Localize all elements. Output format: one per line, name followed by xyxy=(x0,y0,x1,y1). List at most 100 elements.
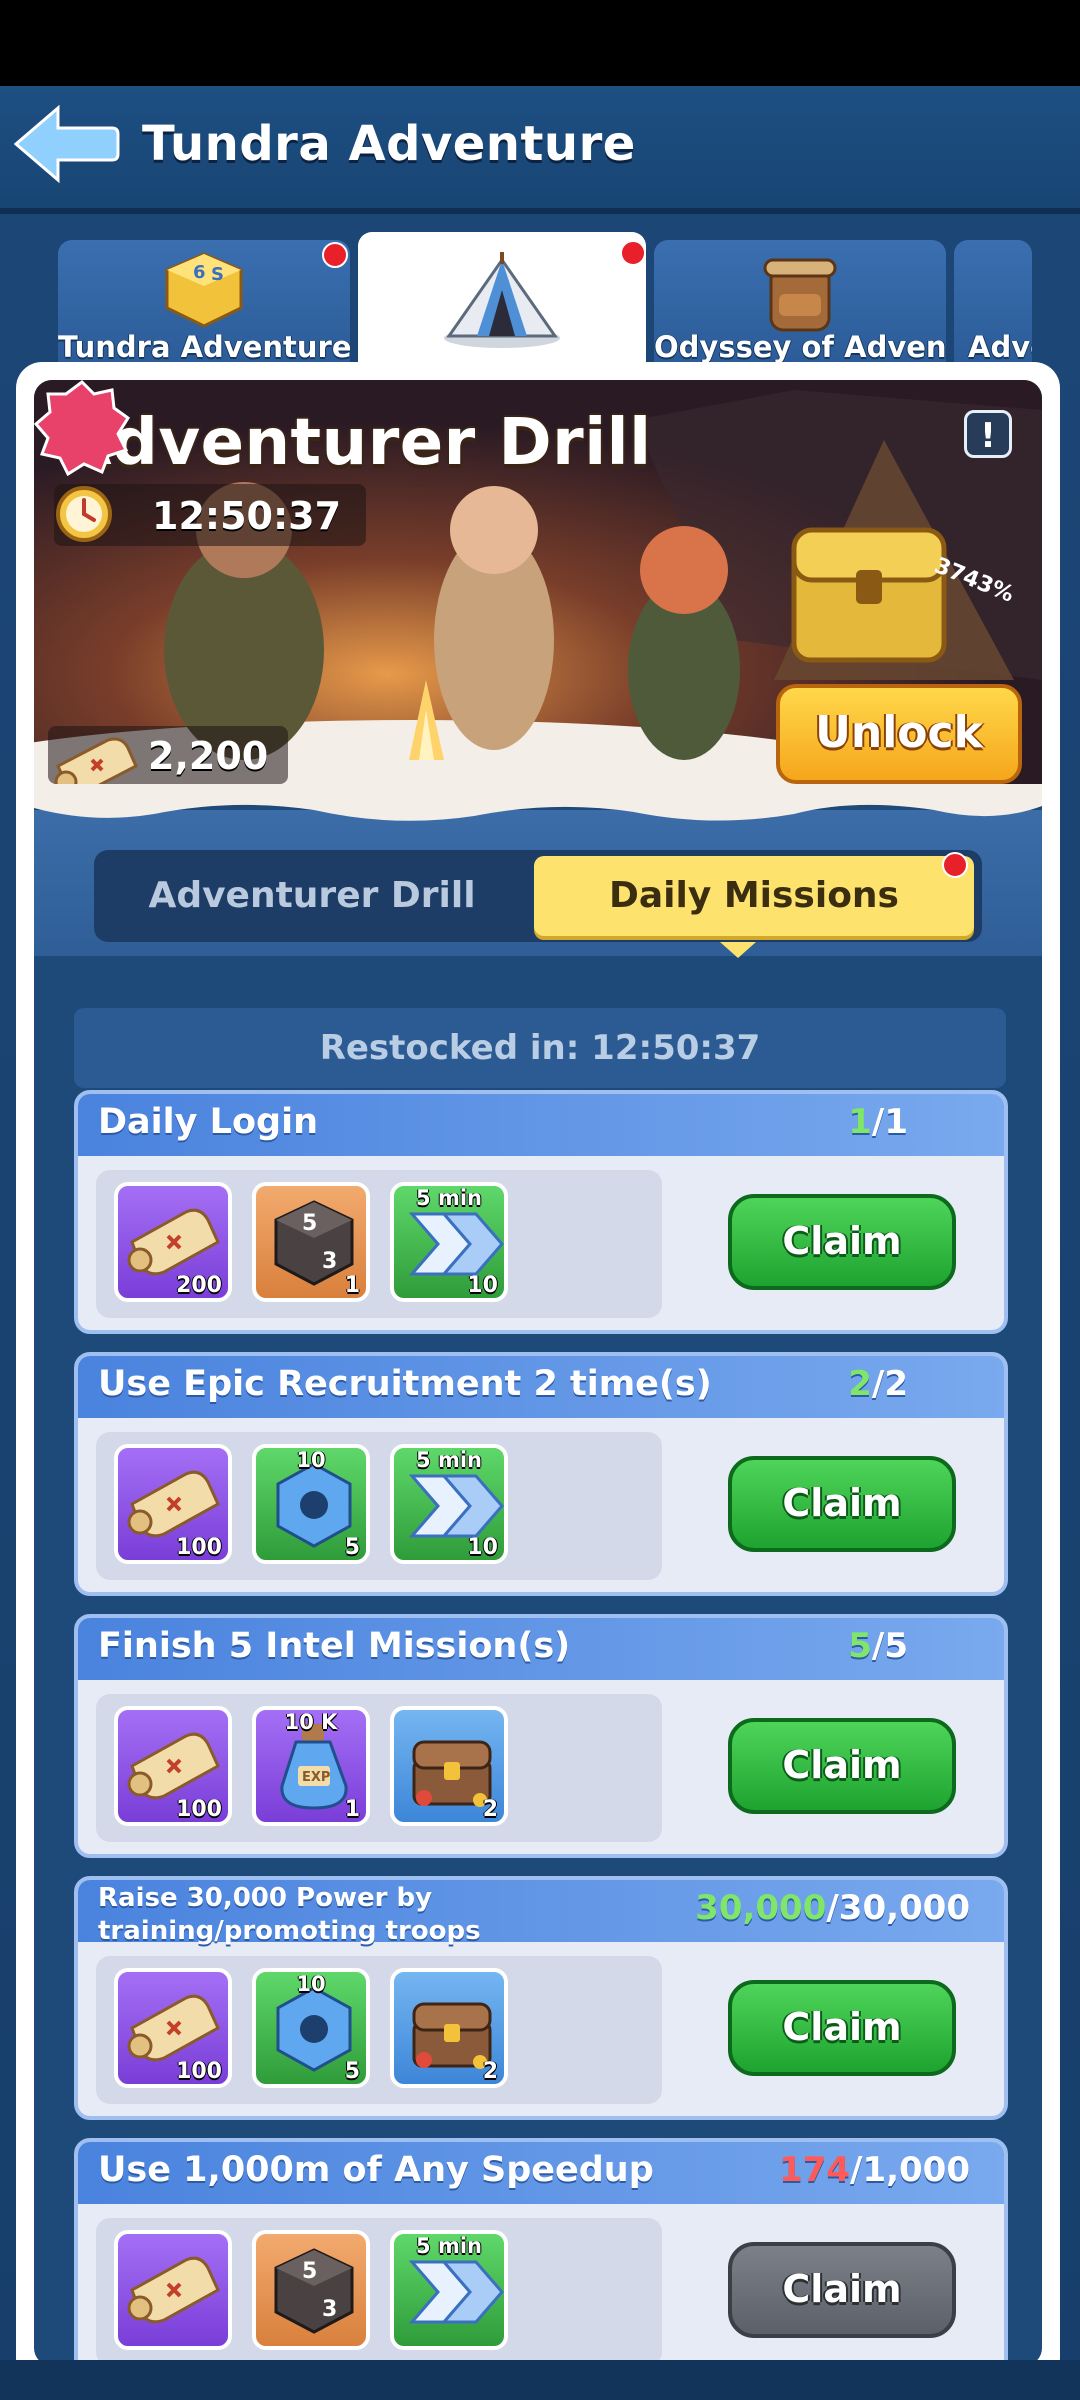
claim-button[interactable]: Claim xyxy=(728,1980,956,2076)
svg-text:5: 5 xyxy=(302,2259,317,2284)
notification-dot xyxy=(620,240,646,266)
reward-label: 10 xyxy=(296,1972,326,1996)
reward-count: 5 xyxy=(344,1535,360,1560)
reward-count: 5 xyxy=(344,2059,360,2084)
svg-text:EXP: EXP xyxy=(302,1770,330,1785)
reward-item[interactable]: EXP 10 K 1 xyxy=(252,1706,370,1826)
reward-count: 1 xyxy=(344,1797,360,1822)
back-arrow-icon xyxy=(13,104,120,184)
subtab-adventurer-drill[interactable]: Adventurer Drill xyxy=(102,856,522,936)
rewards-box: 200 5 3 1 5 min 10 xyxy=(96,1170,662,1318)
unlock-button[interactable]: Unlock xyxy=(776,684,1022,784)
reward-item[interactable]: 53 xyxy=(252,2230,370,2350)
progress-total: /5 xyxy=(871,1626,908,1666)
timer-value: 12:50:37 xyxy=(152,494,342,538)
reward-count: 2 xyxy=(482,1797,498,1822)
progress-total: /2 xyxy=(871,1364,908,1404)
progress-current: 1 xyxy=(848,1102,872,1142)
rewards-box: 100 EXP 10 K 1 2 xyxy=(96,1694,662,1842)
clock-icon xyxy=(56,486,112,542)
reward-count: 1 xyxy=(344,1273,360,1298)
reward-label: 10 K xyxy=(284,1710,338,1734)
progress-total: /1 xyxy=(871,1102,908,1142)
main-panel: Adventurer Drill 12:50:37 ! 2,200 3743% … xyxy=(16,362,1060,2384)
mission-header: Finish 5 Intel Mission(s) 5/5 xyxy=(78,1618,1004,1680)
reward-label: 5 min xyxy=(416,2234,482,2258)
mission-header: Daily Login 1/1 xyxy=(78,1094,1004,1156)
reward-item[interactable]: 531 xyxy=(252,1182,370,1302)
scroll-count: 2,200 xyxy=(148,734,269,778)
reward-label: 10 xyxy=(296,1448,326,1472)
rewards-box: 53 5 min xyxy=(96,2218,662,2366)
progress-current: 2 xyxy=(848,1364,872,1404)
panel-content: Adventurer Drill 12:50:37 ! 2,200 3743% … xyxy=(34,380,1042,2366)
mission-card: Daily Login 1/1 200 5 3 1 5 min 10 Claim xyxy=(74,1090,1008,1334)
dice-icon: 53 xyxy=(274,2248,354,2334)
reward-count: 200 xyxy=(176,1273,222,1298)
reward-item[interactable]: 200 xyxy=(114,1182,232,1302)
mission-progress: 5/5 xyxy=(848,1626,908,1666)
reward-item[interactable]: 10 5 xyxy=(252,1444,370,1564)
bonus-badge-icon xyxy=(34,380,130,476)
reward-count: 2 xyxy=(482,2059,498,2084)
tab-tundra-adventure[interactable]: 6 S Tundra Adventure xyxy=(58,240,350,370)
claim-button[interactable]: Claim xyxy=(728,1194,956,1290)
tab-odyssey-of-adventure[interactable]: Odyssey of Adventure xyxy=(654,240,946,370)
mission-header: Raise 30,000 Power by training/promoting… xyxy=(78,1880,1004,1946)
tab-label: Odyssey of Adventure xyxy=(654,330,946,364)
notification-dot xyxy=(322,242,348,268)
progress-total: /1,000 xyxy=(850,2150,970,2190)
tab-label: Tundra Adventure xyxy=(58,330,350,364)
mission-header: Use 1,000m of Any Speedup 174/1,000 xyxy=(78,2142,1004,2204)
backpack-icon xyxy=(763,258,837,332)
rewards-box: 100 10 5 5 min 10 xyxy=(96,1432,662,1580)
scroll-balance: 2,200 xyxy=(48,726,288,795)
reward-count: 10 xyxy=(467,1535,498,1560)
back-button[interactable] xyxy=(13,104,124,188)
mission-card: Finish 5 Intel Mission(s) 5/5 100 EXP 10 K 1 2… xyxy=(74,1614,1008,1858)
subtab-daily-missions[interactable]: Daily Missions xyxy=(534,856,974,936)
reward-item[interactable]: 100 xyxy=(114,1968,232,2088)
svg-text:3: 3 xyxy=(322,2297,337,2322)
tab-adventurer-drill[interactable] xyxy=(358,232,646,372)
mission-title: Use Epic Recruitment 2 time(s) xyxy=(98,1364,712,1404)
mission-title: Raise 30,000 Power by training/promoting… xyxy=(98,1883,481,1946)
mission-title: Daily Login xyxy=(98,1102,318,1142)
reward-label: 5 min xyxy=(416,1448,482,1472)
mission-progress: 1/1 xyxy=(848,1102,908,1142)
reward-item[interactable]: 100 xyxy=(114,1444,232,1564)
reward-item[interactable]: 2 xyxy=(390,1968,508,2088)
reward-count: 100 xyxy=(176,1797,222,1822)
dice-tab-icon: 6 S xyxy=(165,252,243,328)
claim-button[interactable]: Claim xyxy=(728,1718,956,1814)
svg-text:S: S xyxy=(211,264,224,285)
reward-item[interactable] xyxy=(114,2230,232,2350)
reward-item[interactable]: 2 xyxy=(390,1706,508,1826)
status-bar xyxy=(0,0,1080,86)
svg-text:3: 3 xyxy=(322,1249,337,1274)
bottom-bar xyxy=(0,2360,1080,2400)
page-title: Tundra Adventure xyxy=(142,116,636,172)
reward-item[interactable]: 5 min 10 xyxy=(390,1182,508,1302)
claim-button[interactable]: Claim xyxy=(728,1456,956,1552)
tent-icon xyxy=(444,252,560,348)
progress-current: 5 xyxy=(848,1626,872,1666)
progress-current: 30,000 xyxy=(695,1888,827,1928)
mission-card: Use 1,000m of Any Speedup 174/1,000 5 3 5 mi… xyxy=(74,2138,1008,2366)
claim-button[interactable]: Claim xyxy=(728,2242,956,2338)
mission-header: Use Epic Recruitment 2 time(s) 2/2 xyxy=(78,1356,1004,1418)
subtab-switcher: Adventurer Drill Daily Missions xyxy=(94,850,982,942)
tab-adventure-more[interactable]: Adve xyxy=(954,240,1032,370)
banner-title: Adventurer Drill xyxy=(62,406,652,480)
reward-item[interactable]: 10 5 xyxy=(252,1968,370,2088)
reward-item[interactable]: 5 min xyxy=(390,2230,508,2350)
tab-label: Adve xyxy=(968,330,1032,364)
reward-item[interactable]: 100 xyxy=(114,1706,232,1826)
info-button[interactable]: ! xyxy=(964,410,1012,458)
svg-text:6: 6 xyxy=(193,262,206,283)
reward-item[interactable]: 5 min 10 xyxy=(390,1444,508,1564)
mission-title: Use 1,000m of Any Speedup xyxy=(98,2150,654,2190)
header-bar: Tundra Adventure xyxy=(0,86,1080,214)
mission-title: Finish 5 Intel Mission(s) xyxy=(98,1626,571,1666)
mission-card: Use Epic Recruitment 2 time(s) 2/2 100 10 5 5… xyxy=(74,1352,1008,1596)
